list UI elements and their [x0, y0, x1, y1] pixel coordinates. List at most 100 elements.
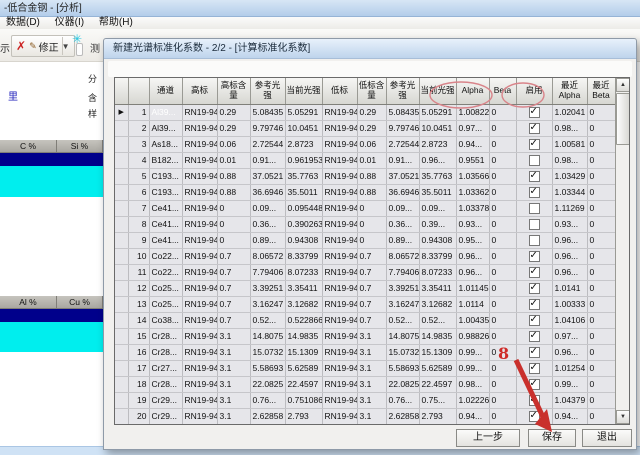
cell[interactable]: 3.39251: [250, 280, 285, 296]
cell[interactable]: 1.11269: [552, 200, 587, 216]
row-selector[interactable]: [115, 344, 128, 360]
cell[interactable]: 0.94...: [456, 136, 489, 152]
cell[interactable]: B182...: [149, 152, 182, 168]
cell[interactable]: 0.99...: [456, 360, 489, 376]
cell[interactable]: 0: [587, 248, 615, 264]
cell[interactable]: 3.16247: [250, 296, 285, 312]
cell[interactable]: 7.79406: [250, 264, 285, 280]
cell[interactable]: RN19-94: [182, 120, 217, 136]
enable-checkbox[interactable]: [529, 331, 540, 342]
cell[interactable]: 15.1309: [285, 344, 322, 360]
cell[interactable]: Co22...: [149, 264, 182, 280]
cell[interactable]: 0.88: [357, 168, 386, 184]
cell[interactable]: 8.33799: [419, 248, 456, 264]
cell[interactable]: 0.7: [217, 248, 250, 264]
cell[interactable]: Ce41...: [149, 216, 182, 232]
enable-checkbox[interactable]: [529, 299, 540, 310]
cell[interactable]: 0: [489, 376, 516, 392]
cell[interactable]: 0: [587, 280, 615, 296]
cell[interactable]: 1.03344: [552, 184, 587, 200]
cell[interactable]: 0: [489, 392, 516, 408]
cell[interactable]: RN19-94: [322, 328, 357, 344]
row-selector[interactable]: [115, 248, 128, 264]
cell[interactable]: 29.9454: [285, 424, 322, 425]
cell[interactable]: 0: [587, 184, 615, 200]
cell[interactable]: 0.52...: [419, 312, 456, 328]
cell[interactable]: 0.94...: [456, 408, 489, 424]
cell[interactable]: 0: [489, 280, 516, 296]
cell[interactable]: RN19-94: [182, 328, 217, 344]
cell[interactable]: 1.04379: [552, 392, 587, 408]
cell[interactable]: 0.89...: [250, 232, 285, 248]
cell[interactable]: 0.76...: [250, 392, 285, 408]
cell[interactable]: 3.1: [357, 376, 386, 392]
cell[interactable]: 0: [357, 216, 386, 232]
cell[interactable]: 0.36...: [386, 216, 419, 232]
cell[interactable]: Cr28...: [149, 344, 182, 360]
cell[interactable]: 0: [489, 104, 516, 120]
cell[interactable]: RN19-94: [322, 120, 357, 136]
cell[interactable]: 3.1: [217, 344, 250, 360]
table-row[interactable]: 14Co38...RN19-940.70.52...0.522866RN19-9…: [115, 312, 615, 328]
cell[interactable]: Co38...: [149, 312, 182, 328]
enable-checkbox[interactable]: [529, 171, 540, 182]
row-selector[interactable]: [115, 264, 128, 280]
cell[interactable]: 0: [587, 328, 615, 344]
cell[interactable]: 2.72544: [250, 136, 285, 152]
cell[interactable]: RN19-94: [322, 360, 357, 376]
cell[interactable]: 0.98826: [456, 328, 489, 344]
cell[interactable]: 0.7: [357, 264, 386, 280]
cell[interactable]: Cr29...: [149, 424, 182, 425]
table-row[interactable]: 11Co22...RN19-940.77.794068.07233RN19-94…: [115, 264, 615, 280]
cell[interactable]: 35.7763: [419, 168, 456, 184]
cell[interactable]: RN19-94: [322, 232, 357, 248]
cell[interactable]: 0: [587, 216, 615, 232]
cell[interactable]: 0: [587, 232, 615, 248]
cell[interactable]: Cr27...: [149, 360, 182, 376]
cell[interactable]: 0: [587, 392, 615, 408]
row-selector[interactable]: [115, 296, 128, 312]
cell[interactable]: 15.0732: [386, 344, 419, 360]
cell[interactable]: 8.07233: [285, 264, 322, 280]
scroll-up-button[interactable]: ▲: [616, 78, 630, 92]
cell[interactable]: RN19-94: [322, 424, 357, 425]
cell[interactable]: 3.1: [217, 328, 250, 344]
cell[interactable]: 0.96...: [456, 264, 489, 280]
cell[interactable]: RN19-94: [182, 184, 217, 200]
cell[interactable]: 0: [587, 104, 615, 120]
cell[interactable]: 0.01: [357, 152, 386, 168]
cell[interactable]: RN19-94: [322, 248, 357, 264]
row-selector[interactable]: [115, 216, 128, 232]
cell[interactable]: 0.751086: [285, 392, 322, 408]
cell[interactable]: RN19-94: [322, 152, 357, 168]
cell[interactable]: 7.79406: [386, 264, 419, 280]
cell[interactable]: 14.9835: [285, 328, 322, 344]
cell[interactable]: 0: [357, 232, 386, 248]
cell[interactable]: 1.03378: [456, 200, 489, 216]
cell[interactable]: 0.29: [357, 104, 386, 120]
cell[interactable]: 0.98...: [552, 424, 587, 425]
cell[interactable]: 22.0825: [250, 376, 285, 392]
table-row[interactable]: 18Cr28...RN19-943.122.082522.4597RN19-94…: [115, 376, 615, 392]
enable-checkbox[interactable]: [529, 267, 540, 278]
table-row[interactable]: 15Cr28...RN19-943.114.807514.9835RN19-94…: [115, 328, 615, 344]
cell[interactable]: 14.9835: [419, 328, 456, 344]
exit-button[interactable]: 退出: [582, 429, 632, 447]
row-selector[interactable]: [115, 120, 128, 136]
cell[interactable]: 15.0732: [250, 344, 285, 360]
cell[interactable]: 1.0141: [552, 280, 587, 296]
enable-checkbox[interactable]: [529, 235, 540, 246]
cell[interactable]: 0.75...: [419, 392, 456, 408]
cell[interactable]: 1.0114: [456, 296, 489, 312]
cell[interactable]: 5.58693: [250, 360, 285, 376]
table-row[interactable]: 7Ce41...RN19-9400.09...0.0954482RN19-940…: [115, 200, 615, 216]
cell[interactable]: 5.08435: [250, 104, 285, 120]
table-row[interactable]: 4B182...RN19-940.010.91...0.961953RN19-9…: [115, 152, 615, 168]
enable-checkbox[interactable]: [529, 219, 540, 230]
cell[interactable]: 2.62858: [386, 408, 419, 424]
row-selector[interactable]: [115, 376, 128, 392]
cell[interactable]: 0.94308: [419, 232, 456, 248]
cell[interactable]: 5.05291: [419, 104, 456, 120]
cell[interactable]: 0.96...: [552, 264, 587, 280]
cell[interactable]: 5.62589: [285, 360, 322, 376]
